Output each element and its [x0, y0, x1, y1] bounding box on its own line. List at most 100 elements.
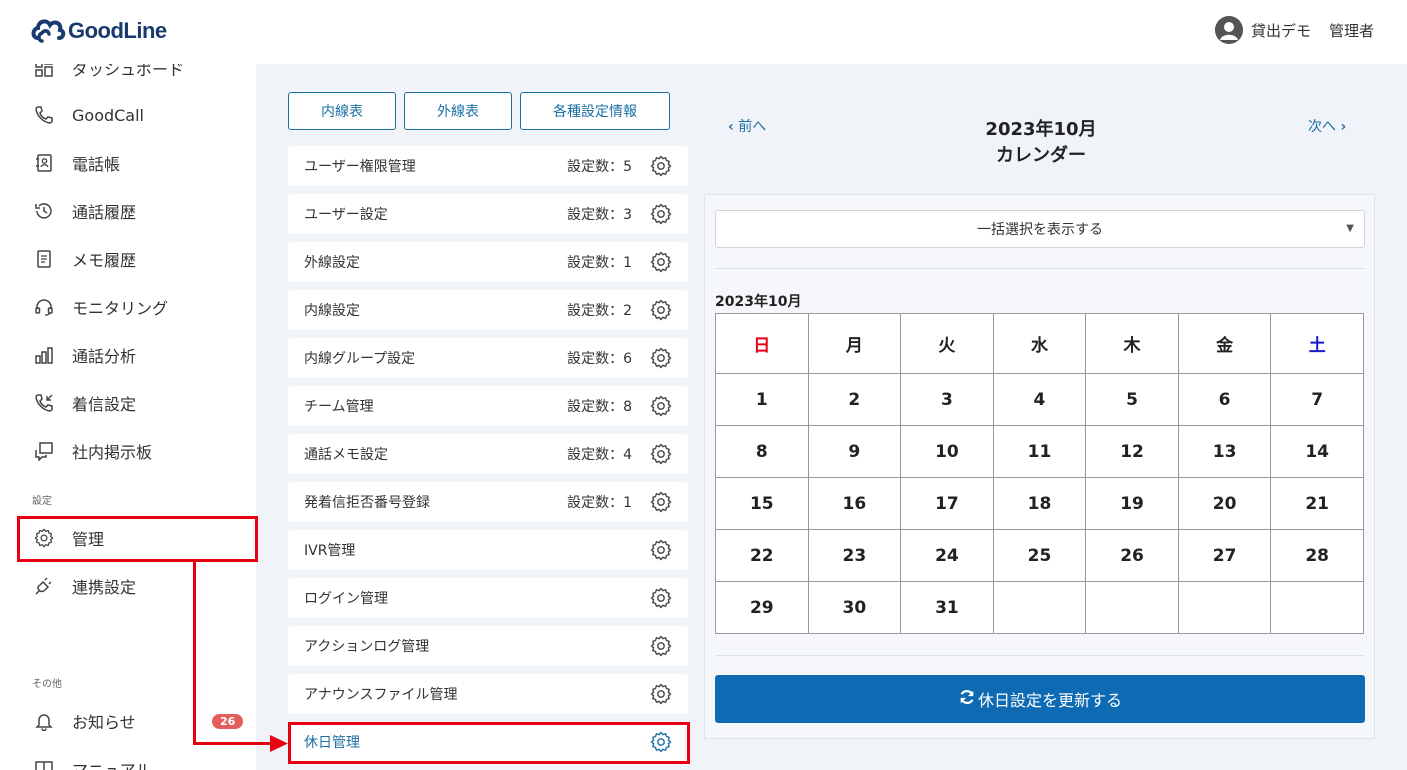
- bulk-select-value: 一括選択を表示する: [977, 222, 1103, 238]
- settings-row[interactable]: アクションログ管理: [288, 626, 688, 666]
- calendar-day-cell[interactable]: 27: [1177, 529, 1272, 582]
- calendar-prev-link[interactable]: ‹ 前へ: [728, 116, 766, 136]
- gear-icon[interactable]: [650, 635, 672, 657]
- settings-row[interactable]: 外線設定 設定数：1: [288, 242, 688, 282]
- sidebar-item-label: ダッシュボード: [72, 64, 185, 79]
- bulk-select-dropdown[interactable]: 一括選択を表示する ▼: [715, 210, 1365, 248]
- sidebar-item-integration[interactable]: 連携設定: [30, 566, 250, 606]
- plug-icon: [30, 572, 58, 600]
- calendar-day-cell[interactable]: 10: [900, 425, 994, 478]
- user-menu[interactable]: 貸出デモ 管理者: [1214, 16, 1374, 44]
- calendar-day-cell[interactable]: 22: [715, 529, 809, 582]
- gear-icon[interactable]: [650, 395, 672, 417]
- calendar-day-cell[interactable]: 29: [715, 581, 809, 634]
- calendar-day-cell[interactable]: 20: [1177, 477, 1272, 530]
- goodline-logo[interactable]: GoodLine: [30, 14, 167, 48]
- calendar-day-cell[interactable]: 12: [1085, 425, 1179, 478]
- extension-list-button[interactable]: 内線表: [288, 92, 396, 130]
- settings-row[interactable]: チーム管理 設定数：8: [288, 386, 688, 426]
- gear-icon[interactable]: [650, 683, 672, 705]
- calendar-day-cell[interactable]: 19: [1085, 477, 1179, 530]
- calendar-day-cell[interactable]: 24: [900, 529, 994, 582]
- sidebar-item-phonebook[interactable]: 電話帳: [30, 143, 250, 183]
- calendar-month-label: 2023年10月: [715, 294, 802, 310]
- calendar-day-cell[interactable]: 11: [992, 425, 1087, 478]
- calendar-day-cell[interactable]: 6: [1177, 373, 1272, 426]
- gear-icon[interactable]: [650, 203, 672, 225]
- gear-icon[interactable]: [650, 347, 672, 369]
- gear-icon[interactable]: [650, 587, 672, 609]
- settings-row-label: アクションログ管理: [304, 639, 430, 655]
- calendar-day-cell[interactable]: 16: [807, 477, 902, 530]
- sidebar-item-goodcall[interactable]: GoodCall: [30, 95, 250, 135]
- weekday-header: 火: [900, 313, 994, 374]
- sidebar-item-monitoring[interactable]: モニタリング: [30, 287, 250, 327]
- section-label-other: その他: [32, 679, 62, 690]
- settings-info-button[interactable]: 各種設定情報: [520, 92, 670, 130]
- settings-row[interactable]: 通話メモ設定 設定数：4: [288, 434, 688, 474]
- sidebar-item-memo-history[interactable]: メモ履歴: [30, 239, 250, 279]
- calendar-day-cell[interactable]: 31: [900, 581, 994, 634]
- settings-row-label: ログイン管理: [304, 591, 388, 607]
- calendar-day-cell[interactable]: 2: [807, 373, 902, 426]
- settings-row-label: ユーザー設定: [304, 207, 388, 223]
- calendar-day-cell[interactable]: 14: [1270, 425, 1364, 478]
- calendar-day-cell[interactable]: 8: [715, 425, 809, 478]
- calendar-day-cell[interactable]: 18: [992, 477, 1087, 530]
- settings-row[interactable]: ユーザー権限管理 設定数：5: [288, 146, 688, 186]
- gear-icon[interactable]: [650, 251, 672, 273]
- gear-icon[interactable]: [650, 539, 672, 561]
- update-holidays-button[interactable]: 休日設定を更新する: [715, 675, 1365, 723]
- settings-row[interactable]: IVR管理: [288, 530, 688, 570]
- calendar-day-cell[interactable]: 9: [807, 425, 902, 478]
- calendar-day-cell[interactable]: 21: [1270, 477, 1364, 530]
- settings-row-label: IVR管理: [304, 543, 356, 559]
- manual-icon: [30, 755, 58, 770]
- incoming-call-icon: [30, 389, 58, 417]
- calendar-day-cell[interactable]: 25: [992, 529, 1087, 582]
- phone-icon: [30, 101, 58, 129]
- external-line-list-button[interactable]: 外線表: [404, 92, 512, 130]
- sidebar-item-call-history[interactable]: 通話履歴: [30, 191, 250, 231]
- calendar-next-link[interactable]: 次へ ›: [1308, 116, 1346, 136]
- calendar-day-cell[interactable]: 17: [900, 477, 994, 530]
- gear-icon[interactable]: [650, 443, 672, 465]
- calendar-day-cell[interactable]: 28: [1270, 529, 1364, 582]
- sidebar-item-bulletin-board[interactable]: 社内掲示板: [30, 431, 250, 471]
- sidebar-item-call-analysis[interactable]: 通話分析: [30, 335, 250, 375]
- settings-row[interactable]: 内線設定 設定数：2: [288, 290, 688, 330]
- bar-chart-icon: [30, 341, 58, 369]
- calendar-day-cell[interactable]: 5: [1085, 373, 1179, 426]
- sidebar-item-label: 通話分析: [72, 347, 137, 366]
- settings-row[interactable]: 内線グループ設定 設定数：6: [288, 338, 688, 378]
- gear-icon[interactable]: [650, 155, 672, 177]
- sidebar-item-dashboard[interactable]: ダッシュボード: [30, 64, 250, 88]
- settings-row[interactable]: ユーザー設定 設定数：3: [288, 194, 688, 234]
- calendar-day-cell[interactable]: 30: [807, 581, 902, 634]
- settings-row[interactable]: ログイン管理: [288, 578, 688, 618]
- calendar-day-cell[interactable]: 13: [1177, 425, 1272, 478]
- calendar-day-cell[interactable]: 4: [992, 373, 1087, 426]
- gear-icon[interactable]: [650, 299, 672, 321]
- calendar-day-cell[interactable]: 1: [715, 373, 809, 426]
- calendar-day-cell[interactable]: 7: [1270, 373, 1364, 426]
- sidebar-item-label: 社内掲示板: [72, 443, 153, 462]
- calendar-day-cell[interactable]: 3: [900, 373, 994, 426]
- sidebar-item-label: お知らせ: [72, 713, 136, 732]
- gear-icon[interactable]: [650, 491, 672, 513]
- chevron-left-icon: ‹: [728, 119, 734, 135]
- sidebar-item-label: マニュアル: [72, 757, 152, 770]
- settings-row[interactable]: 発着信拒否番号登録 設定数：1: [288, 482, 688, 522]
- sidebar-item-incoming-settings[interactable]: 着信設定: [30, 383, 250, 423]
- settings-row[interactable]: アナウンスファイル管理: [288, 674, 688, 714]
- highlight-box-admin: [17, 516, 258, 562]
- calendar-day-cell[interactable]: 26: [1085, 529, 1179, 582]
- settings-row-label: アナウンスファイル管理: [304, 687, 458, 703]
- settings-count: 設定数：2: [567, 303, 632, 319]
- sidebar-item-manual[interactable]: マニュアル: [30, 749, 250, 770]
- settings-row-label: 内線設定: [304, 303, 360, 319]
- calendar-week-row: 22 23 24 25 26 27 28: [715, 529, 1364, 582]
- calendar-day-cell[interactable]: 15: [715, 477, 809, 530]
- calendar-day-cell[interactable]: 23: [807, 529, 902, 582]
- settings-row-label: 通話メモ設定: [304, 447, 388, 463]
